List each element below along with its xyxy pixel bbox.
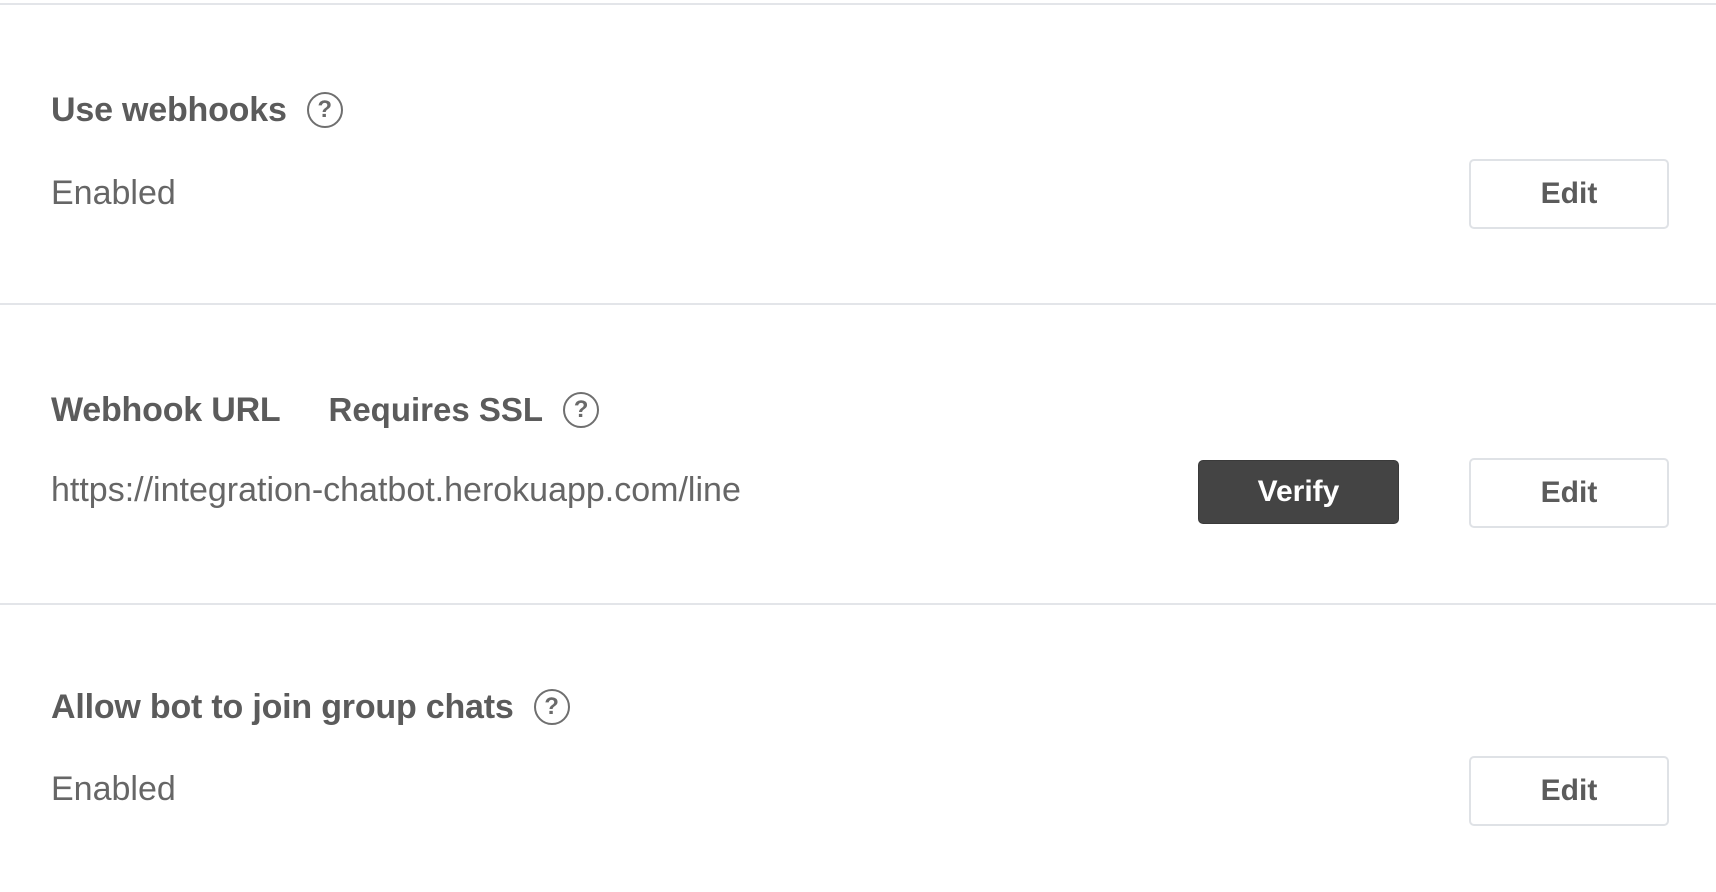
requires-ssl-label: Requires SSL — [328, 391, 544, 428]
use-webhooks-title-row: Use webhooks ? — [51, 88, 343, 132]
question-circle-icon[interactable]: ? — [533, 689, 570, 725]
webhook-url-section: Webhook URL Requires SSL ? https://integ… — [0, 305, 1716, 605]
group-chats-section: Allow bot to join group chats ? Enabled … — [0, 605, 1716, 892]
webhook-url-value: https://integration-chatbot.herokuapp.co… — [51, 471, 741, 509]
use-webhooks-edit-button[interactable]: Edit — [1469, 159, 1669, 229]
webhook-url-title: Webhook URL — [51, 390, 281, 429]
group-chats-title-row: Allow bot to join group chats ? — [51, 685, 570, 729]
group-chats-value: Enabled — [51, 770, 176, 808]
group-chats-edit-button[interactable]: Edit — [1469, 756, 1669, 826]
webhook-url-edit-button[interactable]: Edit — [1469, 458, 1669, 528]
webhook-url-title-row: Webhook URL Requires SSL ? — [51, 388, 600, 432]
use-webhooks-title: Use webhooks — [51, 90, 287, 129]
question-circle-icon[interactable]: ? — [563, 392, 600, 428]
use-webhooks-value: Enabled — [51, 174, 176, 212]
verify-button[interactable]: Verify — [1198, 460, 1399, 524]
question-circle-icon[interactable]: ? — [306, 92, 343, 128]
group-chats-title: Allow bot to join group chats — [51, 687, 514, 726]
use-webhooks-section: Use webhooks ? Enabled Edit — [0, 0, 1716, 305]
